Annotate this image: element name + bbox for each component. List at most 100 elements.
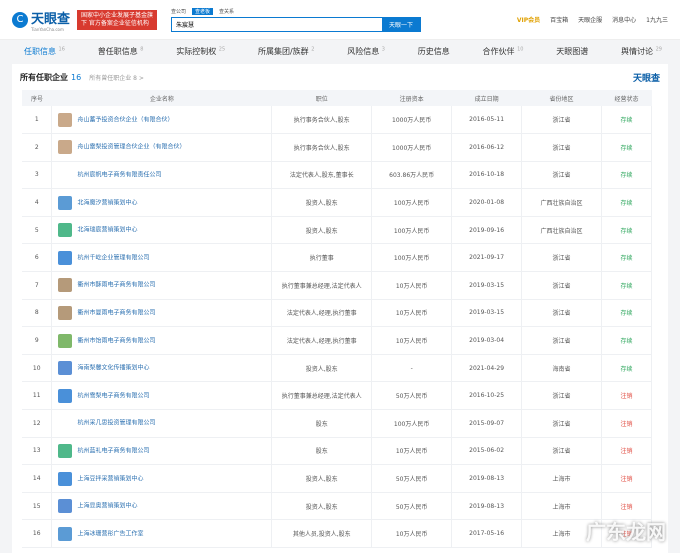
- nav-services[interactable]: 天眼企服: [578, 15, 602, 24]
- registered-capital: 100万人民币: [371, 188, 453, 217]
- company-name[interactable]: 杭州雪梨电子商务有限公司: [51, 381, 273, 411]
- tab-count: 2: [311, 46, 315, 53]
- row-index: 15: [22, 492, 53, 521]
- tab-1[interactable]: 曾任职信息 8: [98, 46, 144, 62]
- company-name[interactable]: 北海魔汐营销策划中心: [51, 188, 273, 217]
- company-name[interactable]: 杭州蓝礼电子商务有限公司: [51, 437, 273, 466]
- table-row: 14 上海豆拌采营销策划中心 投资人,股东 50万人民币 2019-08-13 上海市 注销: [22, 464, 653, 493]
- company-logo-icon: [58, 305, 73, 320]
- company-link[interactable]: 上海豆拌采营销策划中心: [77, 475, 143, 482]
- column-header: 省份地区: [521, 90, 602, 106]
- logo[interactable]: C 天眼查 TianYanCha.com: [12, 8, 77, 32]
- company-link[interactable]: 杭州雪梨电子商务有限公司: [77, 392, 149, 399]
- nav-toolbox[interactable]: 百宝箱: [550, 15, 568, 24]
- column-header: 企业名称: [51, 90, 272, 106]
- company-link[interactable]: 上海冰珊营彤广告工作室: [77, 530, 143, 537]
- row-index: 6: [22, 243, 53, 273]
- content-panel: 所有任职企业 16 所有曾任职企业 8 > 天眼查 序号 企业名称 职位 注册资本 成立…: [12, 64, 668, 553]
- tab-count: 8: [140, 46, 144, 53]
- search-button[interactable]: 天眼一下: [382, 17, 420, 31]
- founded-date: 2016-10-25: [451, 381, 523, 411]
- row-index: 2: [22, 133, 53, 162]
- company-name[interactable]: 杭州宸帆电子商务有限责任公司: [51, 161, 273, 190]
- registered-capital: 10万人民币: [371, 519, 453, 548]
- company-name[interactable]: 衢州市饴雨电子商务有限公司: [51, 326, 273, 355]
- tab-label: 风险信息: [347, 47, 380, 56]
- tab-5[interactable]: 历史信息: [418, 46, 450, 62]
- top-bar: C 天眼查 TianYanCha.com 国家中小企业发展子基金旗下 官方备案企业征…: [0, 0, 680, 40]
- search-input[interactable]: [172, 17, 382, 31]
- status-badge: 存续: [601, 326, 653, 355]
- company-link[interactable]: 衢州市曼雨电子商务有限公司: [77, 309, 155, 316]
- positions-table: 序号 企业名称 职位 注册资本 成立日期 省份地区 经营状态 1 舟山蓄予投资合伙企业（有限合…: [22, 90, 653, 548]
- nav-messages[interactable]: 消息中心: [612, 15, 636, 24]
- tab-7[interactable]: 天眼图谱: [556, 46, 588, 62]
- company-name[interactable]: 舟山蓄予投资合伙企业（有限合伙）: [51, 106, 273, 135]
- row-index: 4: [22, 188, 53, 217]
- company-link[interactable]: 北海瑞宸营销策划中心: [77, 227, 137, 234]
- company-name[interactable]: 北海瑞宸营销策划中心: [51, 216, 273, 245]
- registered-capital: 1000万人民币: [371, 133, 453, 162]
- company-link[interactable]: 杭州采几思投资管理有限公司: [77, 420, 155, 427]
- company-name[interactable]: 上海豆拌采营销策划中心: [51, 464, 273, 493]
- company-name[interactable]: 上海显奥营销策划中心: [51, 492, 273, 521]
- founded-date: 2020-01-08: [451, 188, 523, 217]
- company-logo-icon: [58, 443, 73, 458]
- company-logo-icon: [58, 499, 73, 514]
- company-link[interactable]: 舟山雷梨投资管理合伙企业（有限合伙）: [77, 144, 185, 151]
- status-badge: 存续: [601, 354, 653, 383]
- registered-capital: 50万人民币: [371, 381, 453, 411]
- nav-user[interactable]: 1九九三: [646, 15, 668, 24]
- tab-0[interactable]: 任职信息 16: [24, 46, 65, 62]
- company-link[interactable]: 杭州千屹企业管理有限公司: [77, 254, 149, 261]
- table-row: 6 杭州千屹企业管理有限公司 执行董事 100万人民币 2021-09-17 浙江省 存续: [22, 243, 653, 273]
- founded-date: 2019-03-04: [451, 326, 523, 355]
- company-name[interactable]: 衢州市酥雨电子商务有限公司: [51, 271, 273, 300]
- tab-2[interactable]: 实际控制权 25: [176, 46, 225, 62]
- region: 海南省: [521, 354, 602, 383]
- registered-capital: -: [371, 354, 453, 383]
- tab-label: 合作伙伴: [482, 47, 515, 56]
- status-badge: 存续: [601, 243, 653, 273]
- company-link[interactable]: 杭州蓝礼电子商务有限公司: [77, 447, 149, 454]
- company-link[interactable]: 海南梨馨文化传播策划中心: [77, 365, 149, 372]
- column-header: 成立日期: [451, 90, 522, 106]
- position: 执行董事兼总经理,法定代表人: [271, 381, 373, 411]
- company-logo-icon: [58, 388, 73, 403]
- search-tab-relation[interactable]: 查关系: [219, 8, 234, 15]
- position: 法定代表人,经理,执行董事: [271, 299, 373, 328]
- table-row: 8 衢州市曼雨电子商务有限公司 法定代表人,经理,执行董事 10万人民币 2019-03…: [22, 299, 653, 328]
- table-row: 9 衢州市饴雨电子商务有限公司 法定代表人,经理,执行董事 10万人民币 2019-03…: [22, 326, 653, 355]
- column-header: 职位: [271, 90, 372, 106]
- company-logo-icon: [58, 167, 73, 182]
- tab-8[interactable]: 舆情讨论 29: [621, 46, 662, 62]
- company-name[interactable]: 上海冰珊营彤广告工作室: [51, 519, 273, 548]
- company-link[interactable]: 衢州市酥雨电子商务有限公司: [77, 282, 155, 289]
- company-link[interactable]: 舟山蓄予投资合伙企业（有限合伙）: [77, 116, 173, 123]
- promo-banner[interactable]: 国家中小企业发展子基金旗下 官方备案企业征信机构: [77, 9, 157, 30]
- past-positions-link[interactable]: 所有曾任职企业 8 >: [89, 73, 144, 82]
- company-name[interactable]: 舟山雷梨投资管理合伙企业（有限合伙）: [51, 133, 273, 162]
- company-link[interactable]: 衢州市饴雨电子商务有限公司: [77, 337, 155, 344]
- status-badge: 存续: [601, 216, 653, 245]
- company-link[interactable]: 北海魔汐营销策划中心: [77, 199, 137, 206]
- nav-vip[interactable]: VIP会员: [517, 15, 540, 24]
- table-row: 3 杭州宸帆电子商务有限责任公司 法定代表人,股东,董事长 603.86万人民币 201…: [22, 161, 653, 190]
- region: 浙江省: [521, 381, 602, 411]
- company-name[interactable]: 衢州市曼雨电子商务有限公司: [51, 299, 273, 328]
- founded-date: 2016-05-11: [451, 106, 523, 135]
- company-name[interactable]: 海南梨馨文化传播策划中心: [51, 354, 273, 383]
- search-tab-company[interactable]: 查公司: [171, 8, 186, 15]
- company-name[interactable]: 杭州千屹企业管理有限公司: [51, 243, 273, 273]
- company-name[interactable]: 杭州采几思投资管理有限公司: [51, 409, 273, 438]
- company-logo-icon: [58, 333, 73, 348]
- company-link[interactable]: 杭州宸帆电子商务有限责任公司: [77, 171, 161, 178]
- company-link[interactable]: 上海显奥营销策划中心: [77, 503, 137, 510]
- search-tab-boss[interactable]: 查老板: [192, 7, 214, 15]
- tab-6[interactable]: 合作伙伴 10: [483, 46, 524, 62]
- tab-4[interactable]: 风险信息 3: [347, 46, 385, 62]
- tab-3[interactable]: 所属集团/族群 2: [258, 46, 314, 62]
- company-logo-icon: [58, 416, 73, 431]
- position: 其他人员,投资人,股东: [271, 519, 373, 548]
- position: 法定代表人,股东,董事长: [271, 161, 373, 190]
